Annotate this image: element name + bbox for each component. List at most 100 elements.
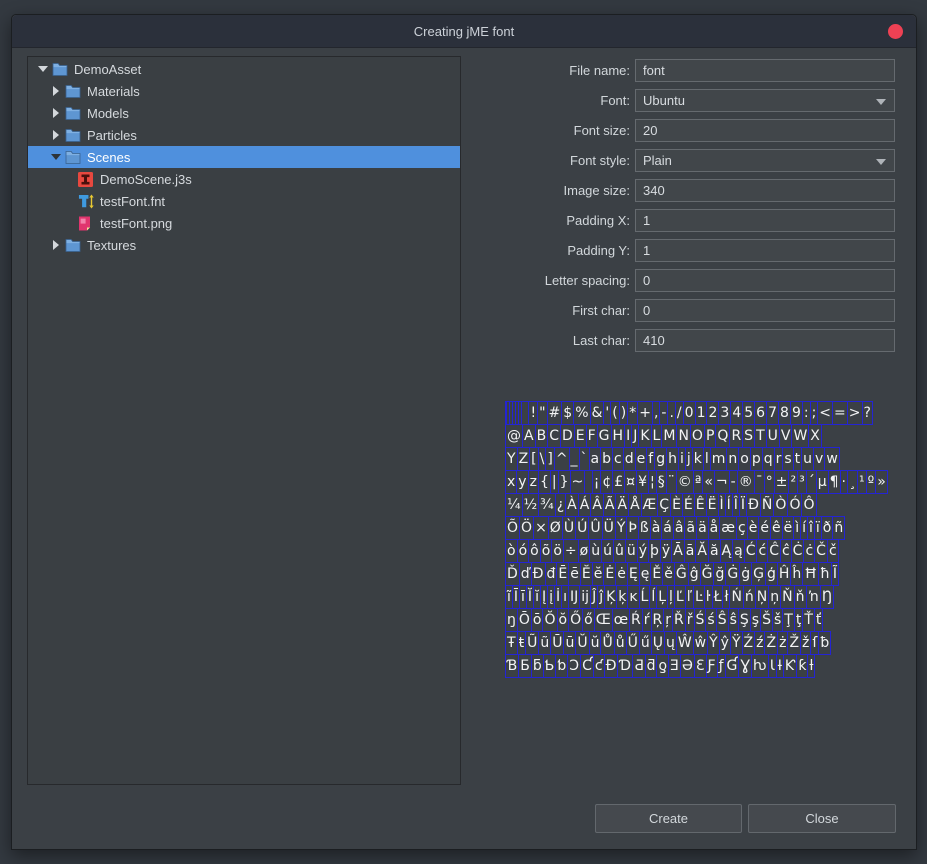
expander-collapsed-icon[interactable] (49, 86, 63, 96)
glyph-cell: m (709, 447, 728, 471)
tree-item-particles[interactable]: Particles (28, 124, 460, 146)
last-char-label: Last char: (572, 332, 630, 348)
glyph-cell: Ģ (751, 562, 766, 586)
glyph-cell: ƀ (818, 631, 832, 655)
tree-item-textures[interactable]: Textures (28, 234, 460, 256)
form-row-padding-y: Padding Y: (480, 238, 900, 262)
padding-y-value[interactable] (636, 242, 894, 258)
glyph-cell: Ħ (802, 562, 820, 586)
glyph-cell: ƚ (807, 654, 816, 678)
padding-x-label: Padding X: (566, 212, 630, 228)
letter-spacing-input[interactable] (635, 268, 895, 292)
first-char-value[interactable] (636, 302, 894, 318)
close-window-icon[interactable] (888, 24, 903, 39)
glyph-cell: À (565, 493, 579, 517)
expander-collapsed-icon[interactable] (49, 240, 63, 250)
form-row-last-char: Last char: (480, 328, 900, 352)
font-label: Font: (600, 92, 630, 108)
glyph-cell: Ń (729, 585, 744, 609)
expander-expanded-icon[interactable] (36, 66, 50, 72)
font-size-value[interactable] (636, 122, 894, 138)
glyph-cell: Ƅ (542, 654, 557, 678)
glyph-cell: ½ (521, 493, 540, 517)
glyph-cell: > (846, 401, 863, 425)
glyph-cell: Ç (657, 493, 672, 517)
create-button[interactable]: Create (595, 804, 742, 833)
tree-item-scenes[interactable]: Scenes (28, 146, 460, 168)
form-row-font: Font: (480, 88, 900, 112)
tree-item-label: Materials (87, 83, 140, 99)
glyph-cell: Ð (746, 493, 761, 517)
dropdown-arrow-icon[interactable] (876, 158, 886, 165)
padding-y-input[interactable] (635, 238, 895, 262)
glyph-cell: Ŋ (819, 585, 835, 609)
glyph-cell: ñ (832, 516, 846, 540)
glyph-cell: ± (773, 470, 790, 494)
tree-item-models[interactable]: Models (28, 102, 460, 124)
glyph-cell: Œ (593, 608, 613, 632)
glyph-cell: + (637, 401, 653, 425)
glyph-cell: Ă (695, 539, 709, 563)
glyph-cell: ť (813, 608, 824, 632)
glyph-row: ĩĪīĬĭĮįİıĲĳĴĵĶķĸĹĺĻļĽľĿŀŁłŃńŅņŇňŉŊ (505, 585, 888, 609)
glyph-cell: Ƈ (580, 654, 594, 678)
glyph-cell: = (832, 401, 848, 425)
glyph-cell: Ů (600, 631, 615, 655)
folder-icon (65, 106, 83, 120)
file-name-value[interactable] (636, 62, 894, 78)
glyph-cell: Ĩ (830, 562, 839, 586)
glyph-cell: Ɠ (724, 654, 740, 678)
triangle-right-icon (53, 130, 59, 140)
last-char-input[interactable] (635, 328, 895, 352)
font-style-value[interactable] (636, 152, 894, 168)
form-row-padding-x: Padding X: (480, 208, 900, 232)
folder-icon (65, 84, 83, 98)
glyph-cell: ¾ (538, 493, 556, 517)
padding-x-input[interactable] (635, 208, 895, 232)
dropdown-arrow-icon[interactable] (876, 98, 886, 105)
font-style-dropdown[interactable] (635, 148, 895, 172)
glyph-cell: Ž (787, 631, 802, 655)
glyph-cell: Ö (519, 516, 535, 540)
glyph-cell: Ó (787, 493, 803, 517)
glyph-cell: Ā (671, 539, 685, 563)
glyph-cell: Ĉ (767, 539, 781, 563)
glyph-cell: © (675, 470, 694, 494)
image-size-input[interactable] (635, 178, 895, 202)
expander-collapsed-icon[interactable] (49, 130, 63, 140)
tree-item-testfont-fnt[interactable]: testFont.fnt (28, 190, 460, 212)
image-size-value[interactable] (636, 182, 894, 198)
tree-item-demoscene-j3s[interactable]: DemoScene.j3s (28, 168, 460, 190)
glyph-cell: Ċ (790, 539, 805, 563)
tree-item-testfont-png[interactable]: testFont.png (28, 212, 460, 234)
tree-item-demoasset[interactable]: DemoAsset (28, 58, 460, 80)
glyph-cell: Č (814, 539, 828, 563)
glyph-cell: Ã (602, 493, 617, 517)
expander-collapsed-icon[interactable] (49, 108, 63, 118)
padding-x-value[interactable] (636, 212, 894, 228)
form-row-file-name: File name: (480, 58, 900, 82)
form-row-font-style: Font style: (480, 148, 900, 172)
file-name-input[interactable] (635, 58, 895, 82)
glyph-cell: & (589, 401, 605, 425)
titlebar[interactable]: Creating jME font (12, 15, 916, 48)
glyph-cell: ƕ (751, 654, 769, 678)
glyph-cell: % (573, 401, 591, 425)
tree-item-materials[interactable]: Materials (28, 80, 460, 102)
glyph-cell: Ĝ (673, 562, 689, 586)
glyph-cell: ÷ (562, 539, 579, 563)
tree-item-label: Particles (87, 127, 137, 143)
glyph-row: Õ Ö × Ø Ù Ú Û Ü Ý Þß à á â ã ä å æ ç è é ê ë ì í î ï ð ñ (505, 516, 888, 540)
expander-expanded-icon[interactable] (49, 154, 63, 160)
last-char-value[interactable] (636, 332, 894, 348)
glyph-cell: Ź (741, 631, 756, 655)
glyph-row: ŦŧŨũŪūŬŭŮůŰűŲųŴŵŶŷŸŹźŻżŽžſƀ (505, 631, 888, 655)
first-char-input[interactable] (635, 298, 895, 322)
font-size-input[interactable] (635, 118, 895, 142)
font-dropdown[interactable] (635, 88, 895, 112)
close-button[interactable]: Close (748, 804, 896, 833)
font-value[interactable] (636, 92, 894, 108)
glyph-cell: Ų (650, 631, 665, 655)
letter-spacing-value[interactable] (636, 272, 894, 288)
glyph-cell: ŉ (805, 585, 821, 609)
